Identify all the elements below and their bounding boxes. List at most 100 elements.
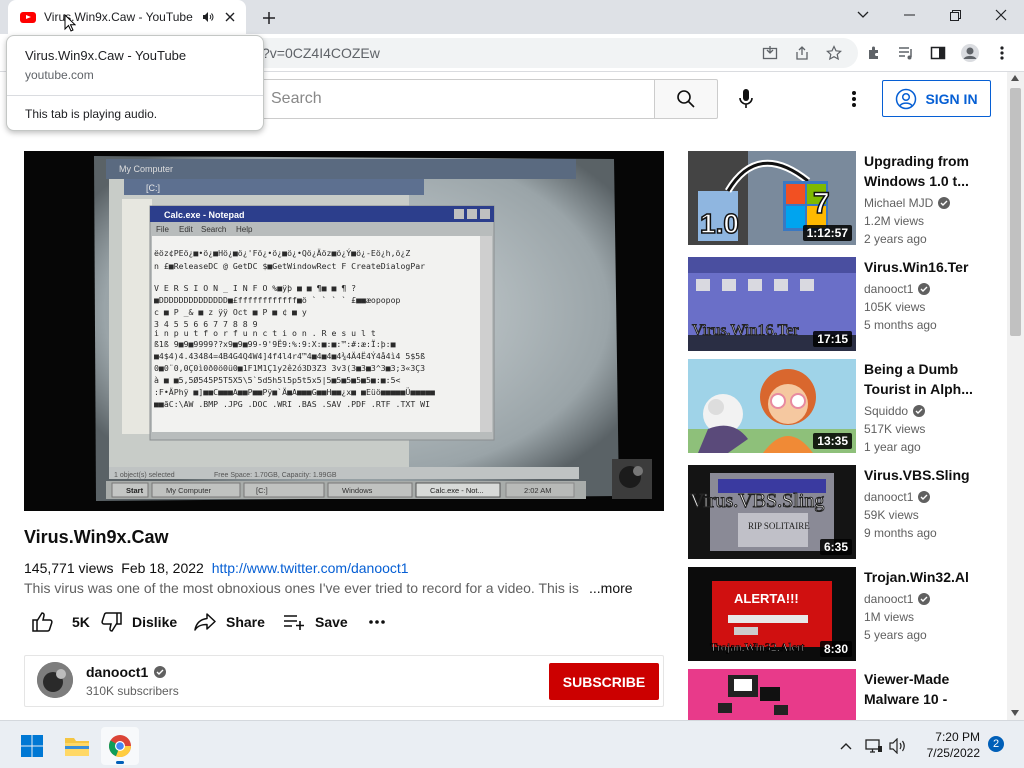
address-url: ?v=0CZ4I4COZEw [262,45,380,61]
extensions-puzzle-icon[interactable] [864,43,884,63]
windows-taskbar: 7:20 PM 7/25/2022 2 [0,720,1024,768]
system-clock[interactable]: 7:20 PM 7/25/2022 [920,729,980,761]
video-player[interactable]: My Computer [C:] Calc.exe - Notepad File… [24,151,664,511]
explorer-status-free-space: Free Space: 1.70GB, Capacity: 1.99GB [214,472,337,479]
recommendation-title[interactable]: Upgrading from Windows 1.0 t... [864,151,988,191]
scroll-down-arrow-icon[interactable] [1011,710,1019,716]
tab-hover-card: Virus.Win9x.Caw - YouTube youtube.com Th… [6,35,264,131]
search-icon [677,90,695,108]
recommendation-views: 517K views [864,422,926,436]
recommendation-item[interactable]: 1.0 7 1:12:57 Upgrading from Windows 1.0 … [688,151,1006,246]
recommendation-item[interactable]: Viewer-Made Malware 10 - [688,669,1006,720]
media-control-icon[interactable] [896,43,916,63]
win95-task-item: My Computer [166,486,212,495]
recommendation-title[interactable]: Being a Dumb Tourist in Alph... [864,359,988,399]
bookmark-star-icon[interactable] [824,43,844,63]
chrome-icon[interactable] [101,727,139,765]
recommendation-thumbnail[interactable] [688,669,856,720]
sign-in-button[interactable]: SIGN IN [882,80,991,117]
channel-name-row[interactable]: danooct1 [86,664,167,680]
recommendation-title[interactable]: Virus.VBS.Sling [864,465,988,485]
subscribe-button[interactable]: SUBSCRIBE [549,663,659,700]
video-duration: 8:30 [819,641,852,657]
window-title-c-drive: [C:] [146,183,160,193]
notepad-menu-help: Help [236,225,253,234]
profile-avatar-icon[interactable] [960,43,980,63]
recommendation-views: 1M views [864,610,915,624]
settings-kebab-icon[interactable] [842,87,866,111]
recommendation-age: 1 year ago [864,440,921,454]
recommendation-thumbnail[interactable]: Virus.Win16.Ter 17:15 [688,257,856,351]
show-more-link[interactable]: ...more [589,580,633,596]
hover-card-domain: youtube.com [25,68,94,82]
recommendation-thumbnail[interactable]: ALERTA!!! Trojan.Win32.Alert 8:30 [688,567,856,661]
description-link[interactable]: http://www.twitter.com/danooct1 [212,560,409,576]
like-button[interactable]: 5K [32,610,90,634]
clock-time: 7:20 PM [935,730,980,744]
recommendation-channel[interactable]: danooct1 [864,490,931,504]
plus-icon[interactable] [258,7,280,29]
side-panel-icon[interactable] [928,43,948,63]
channel-avatar[interactable] [37,662,73,698]
dislike-button[interactable]: Dislike [100,610,177,634]
volume-icon[interactable] [886,727,910,765]
recommendation-thumbnail[interactable]: 13:35 [688,359,856,453]
recommendation-age: 9 months ago [864,526,937,540]
thumbnail-text: ALERTA!!! [734,591,799,606]
recommendation-item[interactable]: 13:35 Being a Dumb Tourist in Alph... Sq… [688,359,1006,454]
garbage-line: i n p u t f o r f u n c t i o n . R e s … [154,328,376,338]
recommendation-thumbnail[interactable]: 1.0 7 1:12:57 [688,151,856,245]
recommendation-thumbnail[interactable]: RIP SOLITAIRE Virus.VBS.Sling 6:35 [688,465,856,559]
scrollbar-thumb[interactable] [1010,88,1021,336]
browser-menu-kebab-icon[interactable] [992,43,1012,63]
video-meta: 145,771 views Feb 18, 2022 http://www.tw… [24,560,409,576]
recommendation-channel[interactable]: danooct1 [864,592,931,606]
channel-name: danooct1 [864,592,914,606]
close-tab-icon[interactable] [222,9,238,25]
speaker-icon[interactable] [200,9,216,25]
recommendation-title[interactable]: Viewer-Made Malware 10 - [864,669,988,709]
win95-task-item: Windows [342,486,373,495]
channel-name: Squiddo [864,404,909,418]
file-explorer-icon[interactable] [58,727,96,765]
clock-date: 7/25/2022 [926,746,980,760]
save-button[interactable]: Save [283,610,348,634]
more-actions-icon[interactable] [368,610,386,634]
show-hidden-icons-chevron-up-icon[interactable] [834,727,858,765]
video-description[interactable]: This virus was one of the most obnoxious… [24,580,584,596]
view-count: 145,771 views [24,560,114,576]
thumbs-up-icon [32,612,53,632]
network-icon[interactable] [862,727,886,765]
thumbnail-text: RIP SOLITAIRE [748,521,810,531]
recommendation-channel[interactable]: Michael MJD [864,196,951,210]
thumbnail-text: Virus.VBS.Sling [690,490,824,512]
garbage-line: ëöz¢PEö¿■•ö¿■Hö¿■ö¿'Fö¿•ö¿■ö¿•Qö¿Äöz■ö¿Ý… [154,247,410,258]
microphone-icon[interactable] [734,87,758,111]
install-icon[interactable] [760,43,780,63]
page-scrollbar[interactable] [1007,72,1024,720]
hover-card-audio-note: This tab is playing audio. [25,107,158,121]
browser-tab[interactable]: Virus.Win9x.Caw - YouTube [8,0,246,34]
tab-search-chevron-down-icon[interactable] [840,0,886,30]
recommendation-title[interactable]: Trojan.Win32.Al [864,567,988,587]
restore-icon[interactable] [932,0,978,30]
search-input[interactable]: Search [256,79,656,119]
recommendation-channel[interactable]: danooct1 [864,282,931,296]
tab-strip: Virus.Win9x.Caw - YouTube [0,0,1024,34]
windows-start-icon[interactable] [13,727,51,765]
upload-date: Feb 18, 2022 [121,560,204,576]
recommendation-item[interactable]: Virus.Win16.Ter 17:15 Virus.Win16.Ter da… [688,257,1006,351]
search-button[interactable] [654,79,718,119]
close-window-icon[interactable] [978,0,1024,30]
subscriber-count: 310K subscribers [86,684,179,698]
scroll-up-arrow-icon[interactable] [1011,75,1019,81]
verified-check-icon [918,491,931,503]
share-page-icon[interactable] [792,43,812,63]
notification-badge[interactable]: 2 [988,736,1004,752]
minimize-icon[interactable] [886,0,932,30]
recommendation-title[interactable]: Virus.Win16.Ter [864,257,988,277]
recommendation-item[interactable]: RIP SOLITAIRE Virus.VBS.Sling 6:35 Virus.… [688,465,1006,559]
share-button[interactable]: Share [194,610,265,634]
recommendation-item[interactable]: ALERTA!!! Trojan.Win32.Alert 8:30 Trojan.… [688,567,1006,661]
recommendation-channel[interactable]: Squiddo [864,404,926,418]
